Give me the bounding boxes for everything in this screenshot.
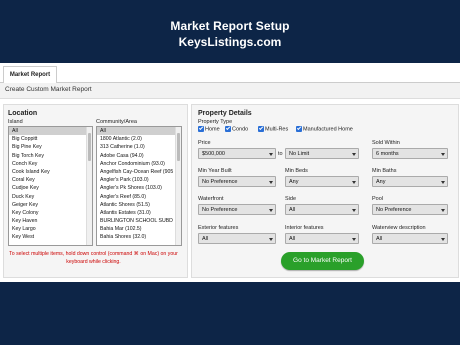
community-option[interactable]: 313 Catherine (1.0) [97, 143, 181, 151]
checkbox-manufactured-home[interactable]: Manufactured Home [296, 125, 353, 134]
island-option[interactable]: Key Haven [9, 217, 92, 225]
island-option[interactable]: Cook Island Key [9, 168, 92, 176]
island-option[interactable]: Cudjoe Key [9, 184, 92, 192]
tab-bar: Market Report [0, 63, 460, 83]
side-label: Side [285, 196, 297, 202]
tab-market-report[interactable]: Market Report [3, 66, 57, 83]
waterfront-label: Waterfront [198, 196, 224, 202]
waterview-label: Waterview description [372, 225, 426, 231]
waterfront-select[interactable]: No Preference [198, 204, 276, 215]
community-option[interactable]: Angler's Park (103.0) [97, 176, 181, 184]
community-option[interactable]: 1800 Atlantic (2.0) [97, 135, 181, 143]
min-year-label: Min Year Built [198, 168, 232, 174]
chevron-down-icon [269, 181, 273, 184]
chevron-down-icon [352, 209, 356, 212]
checkbox-icon [296, 125, 302, 132]
chevron-down-icon [352, 181, 356, 184]
community-label: Community/Area [96, 119, 137, 125]
island-label: Island [8, 119, 23, 125]
island-option[interactable]: Key Largo [9, 225, 92, 233]
go-to-market-report-button[interactable]: Go to Market Report [281, 252, 364, 270]
community-option[interactable]: Angler's Pk Shores (103.0) [97, 184, 181, 192]
page-title: Market Report Setup [170, 19, 290, 33]
multi-select-note: To select multiple items, hold down cont… [9, 251, 178, 265]
chevron-down-icon [269, 153, 273, 156]
chevron-down-icon [269, 209, 273, 212]
island-option[interactable]: Conch Key [9, 160, 92, 168]
community-scrollbar[interactable] [175, 127, 181, 245]
chevron-down-icon [352, 153, 356, 156]
exterior-select[interactable]: All [198, 233, 276, 244]
interior-select[interactable]: All [285, 233, 359, 244]
island-option[interactable]: Big Torch Key [9, 152, 92, 160]
price-min-select[interactable]: $500,000 [198, 148, 276, 159]
checkbox-icon [198, 125, 204, 132]
min-beds-label: Min Beds [285, 168, 308, 174]
min-year-select[interactable]: No Preference [198, 176, 276, 187]
chevron-down-icon [441, 209, 445, 212]
sold-within-label: Sold Within [372, 140, 400, 146]
subheading-bar: Create Custom Market Report [0, 83, 460, 99]
checkbox-icon [258, 125, 264, 132]
pool-label: Pool [372, 196, 384, 202]
chevron-down-icon [441, 153, 445, 156]
island-option[interactable]: Key West [9, 233, 92, 241]
checkbox-icon [225, 125, 231, 132]
community-listbox[interactable]: All 1800 Atlantic (2.0) 313 Catherine (1.0… [96, 126, 182, 246]
price-label: Price [198, 140, 211, 146]
exterior-label: Exterior features [198, 225, 239, 231]
island-option[interactable]: Duck Key [9, 193, 92, 201]
min-baths-select[interactable]: Any [372, 176, 448, 187]
community-option[interactable]: Angler's Reef (85.0) [97, 193, 181, 201]
community-option[interactable]: Angelfish Cay-Ocean Reef (905 [97, 168, 181, 176]
island-option[interactable]: Key Colony [9, 209, 92, 217]
community-option[interactable]: Adobe Casa (94.0) [97, 152, 181, 160]
community-option[interactable]: Bahia Shores (32.0) [97, 233, 181, 241]
sold-within-select[interactable]: 6 months [372, 148, 448, 159]
site-name: KeysListings.com [178, 35, 282, 49]
community-option[interactable]: Anchor Condominium (93.0) [97, 160, 181, 168]
pool-select[interactable]: No Preference [372, 204, 448, 215]
island-listbox[interactable]: All Big Coppitt Big Pine Key Big Torch Key C… [8, 126, 93, 246]
chevron-down-icon [269, 238, 273, 241]
island-option[interactable]: All [9, 127, 92, 136]
property-type-label: Property Type [198, 119, 233, 125]
checkbox-multi-res[interactable]: Multi-Res [258, 125, 288, 134]
property-title: Property Details [198, 110, 252, 117]
community-option[interactable]: BURLINGTON SCHOOL SUBD [97, 217, 181, 225]
island-option[interactable]: Coral Key [9, 176, 92, 184]
waterview-select[interactable]: All [372, 233, 448, 244]
subheading: Create Custom Market Report [5, 86, 92, 93]
community-option[interactable]: Atlantic Shores (51.5) [97, 201, 181, 209]
min-baths-label: Min Baths [372, 168, 397, 174]
community-option[interactable]: Atlantis Estates (31.0) [97, 209, 181, 217]
checkbox-condo[interactable]: Condo [225, 125, 248, 134]
interior-label: Interior features [285, 225, 324, 231]
community-option[interactable]: Bahia Mar (102.5) [97, 225, 181, 233]
price-max-select[interactable]: No Limit [285, 148, 359, 159]
chevron-down-icon [352, 238, 356, 241]
page-header: Market Report Setup KeysListings.com [0, 0, 460, 62]
price-to-label: to [278, 151, 283, 157]
community-option[interactable]: All [97, 127, 181, 136]
location-title: Location [8, 110, 38, 117]
side-select[interactable]: All [285, 204, 359, 215]
min-beds-select[interactable]: Any [285, 176, 359, 187]
island-option[interactable]: Geiger Key [9, 201, 92, 209]
island-option[interactable]: Big Pine Key [9, 143, 92, 151]
island-scrollbar[interactable] [86, 127, 92, 245]
checkbox-home[interactable]: Home [198, 125, 220, 134]
chevron-down-icon [441, 181, 445, 184]
chevron-down-icon [441, 238, 445, 241]
report-panel: Market Report Create Custom Market Repor… [0, 63, 460, 282]
island-option[interactable]: Big Coppitt [9, 135, 92, 143]
